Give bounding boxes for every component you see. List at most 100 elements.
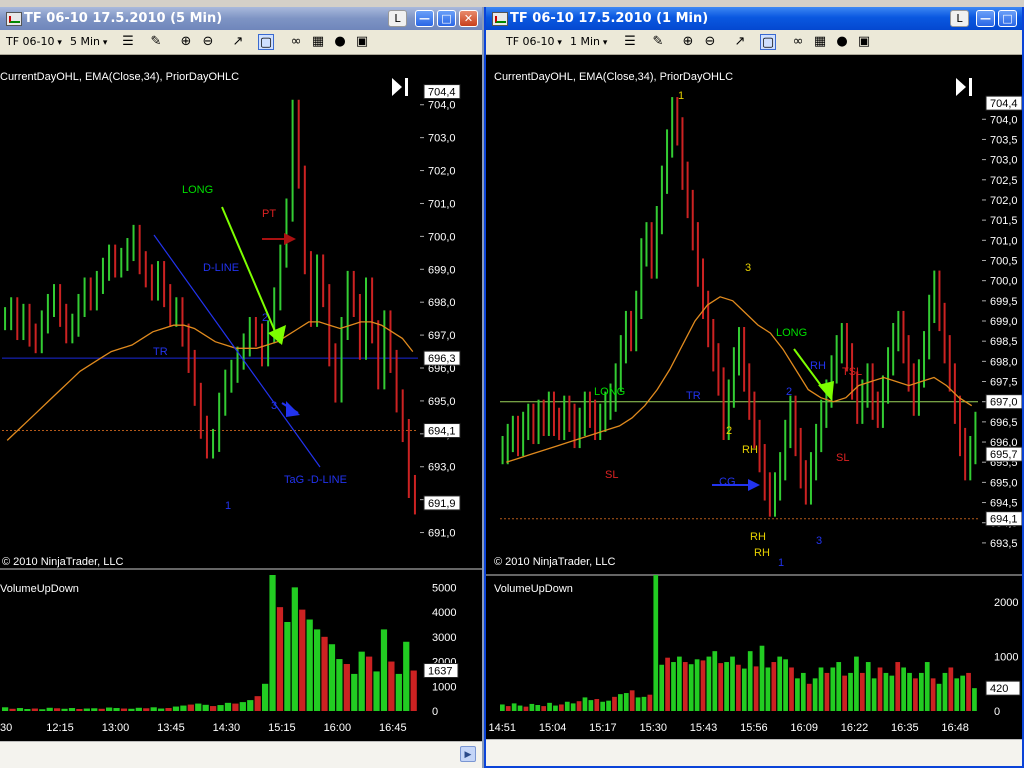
volume-bar bbox=[380, 629, 388, 711]
bar-type-icon[interactable]: ☰ bbox=[622, 34, 638, 50]
link-button[interactable]: L bbox=[950, 10, 969, 27]
panel-end-icon[interactable] bbox=[392, 78, 408, 96]
volume-bar bbox=[135, 707, 142, 711]
volume-bar bbox=[871, 678, 877, 711]
volume-bar bbox=[830, 667, 836, 711]
volume-bar bbox=[918, 672, 924, 711]
volume-bar bbox=[582, 697, 588, 711]
volume-bar bbox=[665, 657, 670, 711]
horizontal-scrollbar[interactable] bbox=[486, 739, 1022, 766]
drawing-tool-icon[interactable]: ✎ bbox=[148, 34, 164, 50]
scroll-right-button[interactable]: ▶ bbox=[460, 746, 476, 762]
price-marker-label: 704,4 bbox=[428, 87, 456, 99]
title-bar[interactable]: TF 06-10 17.5.2010 (1 Min) L — □ bbox=[486, 7, 1022, 30]
time-tick-label: 15:43 bbox=[690, 722, 718, 734]
maximize-button[interactable]: □ bbox=[437, 10, 456, 27]
money-icon[interactable]: ● bbox=[332, 34, 348, 50]
volume-panel-label: VolumeUpDown bbox=[0, 583, 79, 595]
indicators-label: CurrentDayOHL, EMA(Close,34), PriorDayOH… bbox=[494, 71, 733, 83]
price-tick-label: 700,0 bbox=[428, 231, 456, 243]
time-tick-label: 1:30 bbox=[0, 722, 12, 734]
time-tick-label: 12:15 bbox=[46, 722, 74, 734]
instrument-selector[interactable]: TF 06-10 bbox=[506, 34, 562, 50]
zoom-in-icon[interactable]: ⊕ bbox=[178, 34, 194, 50]
volume-bar bbox=[859, 672, 865, 711]
interval-selector[interactable]: 5 Min bbox=[70, 34, 107, 50]
minimize-button[interactable]: — bbox=[976, 10, 995, 27]
chart-annotation: PT bbox=[262, 208, 276, 220]
indicators-icon[interactable]: ∞ bbox=[288, 34, 304, 50]
volume-bar bbox=[306, 619, 313, 711]
price-tick-label: 697,5 bbox=[990, 377, 1018, 389]
volume-marker-label: 420 bbox=[990, 683, 1008, 695]
zoom-in-icon[interactable]: ⊕ bbox=[680, 34, 696, 50]
volume-panel-label: VolumeUpDown bbox=[494, 583, 573, 595]
properties-icon[interactable]: ▣ bbox=[856, 34, 872, 50]
volume-bar bbox=[824, 672, 830, 711]
interval-selector[interactable]: 1 Min bbox=[570, 34, 607, 50]
strategies-icon[interactable]: ▦ bbox=[310, 34, 326, 50]
volume-bar bbox=[960, 675, 965, 711]
volume-bar bbox=[24, 709, 31, 711]
properties-icon[interactable]: ▣ bbox=[354, 34, 370, 50]
chart-window-left[interactable]: TF 06-10 17.5.2010 (5 Min) L — □ ✕ TF 06… bbox=[0, 7, 484, 768]
copyright-label: © 2010 NinjaTrader, LLC bbox=[494, 556, 615, 568]
volume-bar bbox=[150, 707, 157, 711]
bar-type-icon[interactable]: ☰ bbox=[120, 34, 136, 50]
price-chart[interactable]: CurrentDayOHL, EMA(Close,34), PriorDayOH… bbox=[0, 55, 482, 743]
instrument-selector[interactable]: TF 06-10 bbox=[6, 34, 62, 50]
close-button[interactable]: ✕ bbox=[459, 10, 478, 27]
volume-bar bbox=[700, 660, 706, 711]
volume-bar bbox=[98, 708, 105, 711]
price-tick-label: 701,5 bbox=[990, 215, 1018, 227]
chart-annotation: RH bbox=[750, 531, 766, 543]
volume-bar bbox=[217, 705, 224, 711]
volume-bar bbox=[671, 662, 676, 711]
volume-bar bbox=[511, 703, 517, 711]
cursor-icon[interactable]: ↗ bbox=[230, 34, 246, 50]
zoom-out-icon[interactable]: ⊖ bbox=[702, 34, 718, 50]
price-marker-label: 697,0 bbox=[990, 397, 1018, 409]
volume-bar bbox=[113, 708, 120, 711]
price-tick-label: 695,0 bbox=[428, 396, 456, 408]
volume-bar bbox=[180, 705, 187, 711]
price-chart[interactable]: CurrentDayOHL, EMA(Close,34), PriorDayOH… bbox=[486, 55, 1022, 743]
volume-bar bbox=[321, 636, 328, 711]
chart-toolbar: TF 06-10 5 Min ☰ ✎ ⊕ ⊖ ↗ ▢ ∞ ▦ ● ▣ bbox=[0, 30, 482, 55]
volume-bar bbox=[202, 704, 209, 711]
volume-bar bbox=[239, 702, 246, 711]
volume-bar bbox=[358, 651, 365, 711]
volume-bar bbox=[954, 678, 960, 711]
maximize-button[interactable]: □ bbox=[998, 10, 1017, 27]
time-tick-label: 16:45 bbox=[379, 722, 407, 734]
crosshair-icon[interactable]: ▢ bbox=[760, 34, 776, 50]
chart-annotation: 1 bbox=[778, 557, 784, 569]
strategies-icon[interactable]: ▦ bbox=[812, 34, 828, 50]
link-button[interactable]: L bbox=[388, 10, 407, 27]
time-tick-label: 16:35 bbox=[891, 722, 919, 734]
money-icon[interactable]: ● bbox=[834, 34, 850, 50]
price-tick-label: 691,0 bbox=[428, 528, 456, 540]
chart-annotation: LONG bbox=[594, 386, 625, 398]
drawing-tool-icon[interactable]: ✎ bbox=[650, 34, 666, 50]
time-tick-label: 14:30 bbox=[213, 722, 241, 734]
panel-end-icon[interactable] bbox=[956, 78, 972, 96]
chart-annotation: 3 bbox=[816, 535, 822, 547]
chart-toolbar: TF 06-10 1 Min ☰ ✎ ⊕ ⊖ ↗ ▢ ∞ ▦ ● ▣ bbox=[486, 30, 1022, 55]
zoom-out-icon[interactable]: ⊖ bbox=[200, 34, 216, 50]
price-tick-label: 696,5 bbox=[990, 417, 1018, 429]
crosshair-icon[interactable]: ▢ bbox=[258, 34, 274, 50]
indicators-icon[interactable]: ∞ bbox=[790, 34, 806, 50]
horizontal-scrollbar[interactable]: ▶ bbox=[0, 741, 482, 768]
volume-bar bbox=[517, 705, 523, 711]
title-bar[interactable]: TF 06-10 17.5.2010 (5 Min) L — □ ✕ bbox=[0, 7, 482, 30]
cursor-icon[interactable]: ↗ bbox=[732, 34, 748, 50]
chart-window-right[interactable]: TF 06-10 17.5.2010 (1 Min) L — □ TF 06-1… bbox=[484, 7, 1024, 768]
price-tick-label: 702,5 bbox=[990, 175, 1018, 187]
volume-tick-label: 2000 bbox=[994, 597, 1018, 609]
time-tick-label: 15:56 bbox=[740, 722, 768, 734]
volume-bar bbox=[336, 659, 343, 711]
chart-annotation: RH bbox=[754, 547, 770, 559]
minimize-button[interactable]: — bbox=[415, 10, 434, 27]
volume-bar bbox=[83, 708, 90, 711]
